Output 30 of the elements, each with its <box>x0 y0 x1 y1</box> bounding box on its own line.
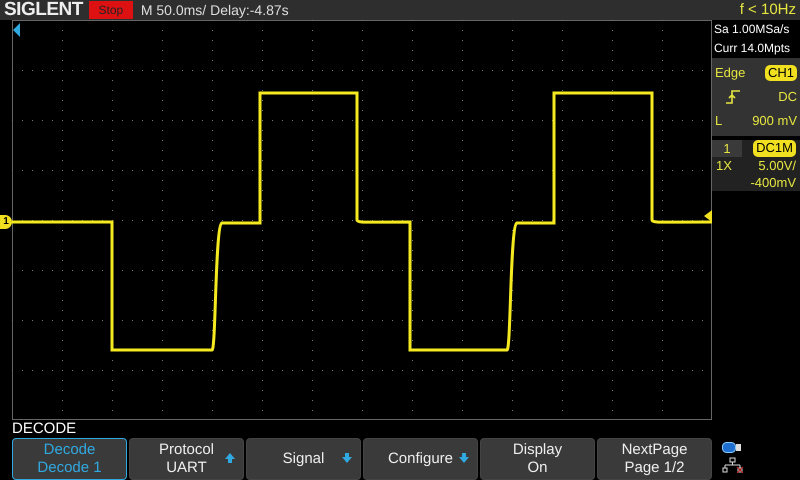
trigger-type: Edge <box>715 64 746 82</box>
trigger-source: CH1 <box>764 65 797 81</box>
softkey[interactable]: Configure <box>363 438 478 480</box>
softkey[interactable]: NextPage Page 1/2 <box>597 438 712 480</box>
softkey[interactable]: Signal <box>246 438 361 480</box>
channel-number: 1 <box>712 140 742 157</box>
trigger-level: 900 mV <box>752 112 797 130</box>
down-arrow-icon <box>342 453 352 463</box>
trigger-coupling: DC <box>778 88 797 106</box>
channel-marker[interactable]: 1 <box>0 215 12 229</box>
softkey[interactable]: Protocol UART <box>129 438 244 480</box>
channel-coupling: DC1M <box>753 140 796 157</box>
brand-logo: SIGLENT <box>3 0 84 20</box>
level-label: L <box>715 112 722 130</box>
trigger-level-marker[interactable] <box>704 210 712 222</box>
probe-ratio: 1X <box>716 157 732 174</box>
sample-rate: Sa 1.00MSa/s <box>714 21 790 38</box>
vertical-scale: 5.00V/ <box>758 157 796 174</box>
softkey[interactable]: Display On <box>480 438 595 480</box>
network-icon <box>722 457 744 473</box>
trigger-position-marker[interactable] <box>13 23 20 37</box>
vertical-offset: -400mV <box>750 175 796 190</box>
connector-icon <box>722 442 742 453</box>
down-arrow-icon <box>459 453 469 463</box>
up-arrow-icon <box>225 453 235 463</box>
softkey[interactable]: Decode Decode 1 <box>12 438 127 480</box>
menu-title: DECODE <box>12 420 76 437</box>
memory-depth: Curr 14.0Mpts <box>714 40 792 57</box>
rising-edge-icon <box>725 90 741 104</box>
timebase-readout: M 50.0ms/ Delay:-4.87s <box>140 1 289 20</box>
